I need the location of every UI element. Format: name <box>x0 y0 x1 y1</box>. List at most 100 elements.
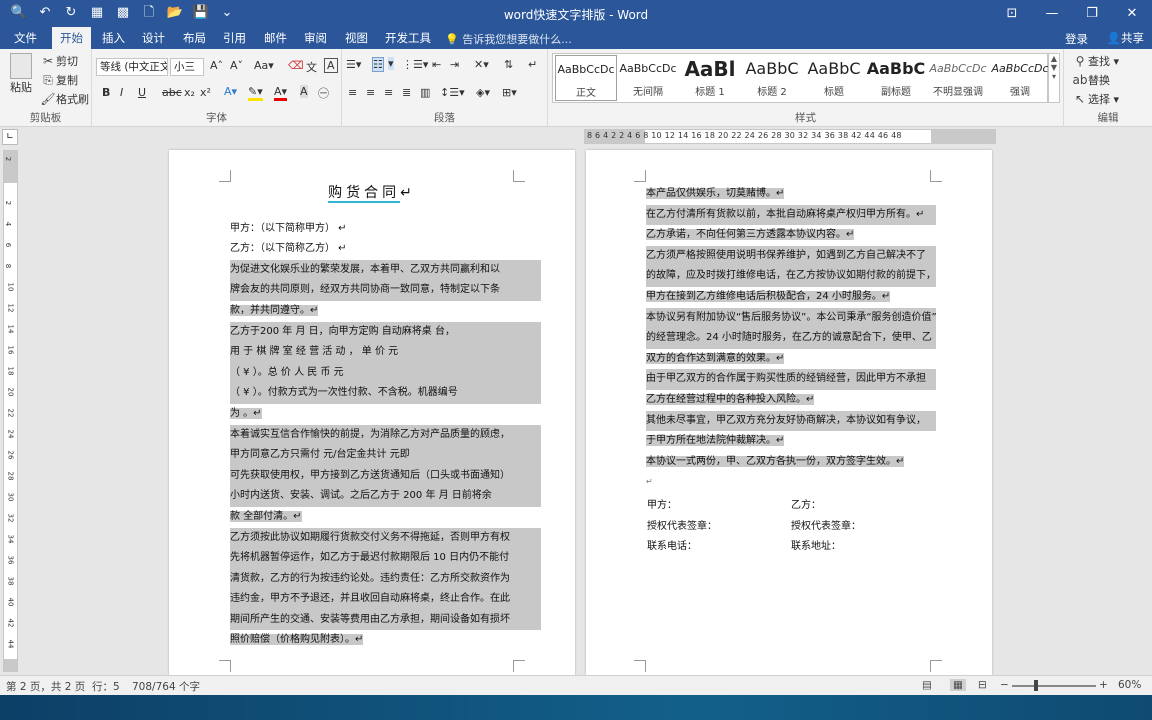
tab-selector[interactable]: ∟ <box>2 129 18 145</box>
sign-in-link[interactable]: 登录 <box>1065 31 1088 47</box>
show-marks-icon[interactable]: ↵ <box>528 58 537 71</box>
numbering-dropdown-icon[interactable]: ▾ <box>388 57 394 70</box>
chinese-layout-icon[interactable]: ✕▾ <box>474 58 489 71</box>
tab-references[interactable]: 引用 <box>215 27 254 49</box>
doc-line-selected: 乙方在经营过程中的各种投入风险。↵ <box>646 390 936 411</box>
tell-me-search[interactable]: 💡 告诉我您想要做什么... <box>445 31 572 47</box>
decrease-indent-icon[interactable]: ⇤ <box>432 58 441 71</box>
select-button[interactable]: ↖ 选择 ▾ <box>1072 91 1119 107</box>
shrink-font-icon[interactable]: A˅ <box>230 59 243 72</box>
tab-review[interactable]: 审阅 <box>296 27 335 49</box>
style-no-spacing[interactable]: AaBbCcDc 无间隔 <box>617 55 679 101</box>
bullets-icon[interactable]: ☰▾ <box>346 58 361 71</box>
margin-corner <box>930 170 942 182</box>
align-right-icon[interactable]: ≡ <box>384 86 393 99</box>
sign-phone: 联系电话： <box>647 541 697 552</box>
text-effects-icon[interactable]: A▾ <box>224 85 237 98</box>
replace-button[interactable]: ab替换 <box>1072 72 1111 88</box>
tab-view[interactable]: 视图 <box>337 27 376 49</box>
tab-home[interactable]: 开始 <box>52 27 91 50</box>
superscript-button[interactable]: x² <box>200 86 211 99</box>
underline-button[interactable]: U <box>138 86 146 99</box>
style-title[interactable]: AaBbC 标题 <box>803 55 865 101</box>
word-count[interactable]: 708/764 个字 <box>132 679 200 694</box>
style-name: 不明显强调 <box>933 87 983 98</box>
enclose-char-icon[interactable]: ㊀ <box>318 85 329 101</box>
doc-line: 乙方：（以下简称乙方） ↵ <box>230 243 347 255</box>
font-size-combo[interactable]: 小三 <box>170 58 204 76</box>
char-border-icon[interactable]: A <box>324 58 338 73</box>
ribbon-tabs: 文件 开始 插入 设计 布局 引用 邮件 审阅 视图 开发工具 💡 告诉我您想要… <box>0 27 1152 50</box>
copy-button[interactable]: ⎘ 复制 <box>40 72 78 88</box>
zoom-slider[interactable] <box>1012 685 1096 687</box>
tab-file[interactable]: 文件 <box>6 27 45 49</box>
style-subtitle[interactable]: AaBbC 副标题 <box>865 55 927 101</box>
document-page-1[interactable]: 购货合同↵ 甲方：（以下简称甲方） ↵ 乙方：（以下简称乙方） ↵ 为促进文化娱… <box>169 150 575 675</box>
shading-icon[interactable]: ◈▾ <box>476 86 490 99</box>
tab-mailings[interactable]: 邮件 <box>256 27 295 49</box>
multilevel-list-icon[interactable]: ⋮☰▾ <box>402 58 428 71</box>
bold-button[interactable]: B <box>102 86 110 99</box>
read-mode-icon[interactable]: ▤ <box>922 679 932 691</box>
zoom-slider-thumb[interactable] <box>1034 680 1038 691</box>
italic-button[interactable]: I <box>120 86 123 99</box>
char-shading-icon[interactable]: A <box>300 85 308 98</box>
vertical-ruler[interactable]: 2 2 4 6 8 10 12 14 16 18 20 22 24 26 28 … <box>3 150 18 672</box>
style-name: 正文 <box>576 88 596 99</box>
sort-icon[interactable]: ⇅ <box>504 58 513 71</box>
zoom-in-icon[interactable]: + <box>1099 679 1108 691</box>
brush-icon: 🖌 <box>40 92 56 106</box>
style-emphasis[interactable]: AaBbCcDc 强调 <box>989 55 1051 101</box>
doc-line-selected: 小时内送货、安装、调试。之后乙方于 200 年 月 日前将余 <box>230 486 541 507</box>
tab-developer[interactable]: 开发工具 <box>377 27 439 49</box>
align-center-icon[interactable]: ≡ <box>366 86 375 99</box>
doc-line-selected: 由于甲乙双方的合作属于购买性质的经销经营，因此甲方不承担 <box>646 369 936 390</box>
restore-button[interactable]: ❐ <box>1072 0 1112 27</box>
change-case-icon[interactable]: Aa▾ <box>254 59 274 72</box>
styles-gallery-scroll[interactable]: ▲ ▼ ▾ <box>1048 53 1060 103</box>
clear-format-icon[interactable]: ⌫ <box>288 59 304 72</box>
document-page-2[interactable]: 本产品仅供娱乐，切莫赌博。↵ 在乙方付清所有货款以前，本批自动麻将桌产权归甲方所… <box>586 150 992 675</box>
tab-layout[interactable]: 布局 <box>175 27 214 49</box>
style-normal[interactable]: AaBbCcDc 正文 <box>555 55 617 101</box>
doc-line-selected: 的故障，应及时拨打维修电话，在乙方按协议如期付款的前提下， <box>646 266 936 287</box>
align-left-icon[interactable]: ≡ <box>348 86 357 99</box>
share-button[interactable]: 👤共享 <box>1107 30 1144 46</box>
borders-icon[interactable]: ⊞▾ <box>502 86 517 99</box>
page-indicator[interactable]: 第 2 页，共 2 页 <box>6 679 85 694</box>
numbering-icon[interactable]: ☷ <box>372 57 384 72</box>
paste-button[interactable]: 粘贴 <box>6 53 36 95</box>
strikethrough-button[interactable]: abc <box>162 86 182 99</box>
zoom-level[interactable]: 60% <box>1118 679 1141 691</box>
web-layout-icon[interactable]: ⊟ <box>978 679 987 691</box>
highlight-icon[interactable]: ✎▾ <box>248 85 263 101</box>
sign-party-a: 甲方： <box>647 500 677 511</box>
vruler-number: 2 <box>4 200 13 206</box>
format-painter-button[interactable]: 🖌格式刷 <box>40 91 89 107</box>
print-layout-icon[interactable]: ▦ <box>950 679 966 691</box>
tab-insert[interactable]: 插入 <box>94 27 133 49</box>
minimize-button[interactable]: — <box>1032 0 1072 27</box>
ribbon-display-icon[interactable]: ⊡ <box>992 0 1032 27</box>
distributed-icon[interactable]: ▥ <box>420 86 430 99</box>
zoom-out-icon[interactable]: − <box>1000 679 1009 691</box>
cut-button[interactable]: ✂ 剪切 <box>40 53 78 69</box>
style-name: 标题 1 <box>695 87 725 98</box>
font-name-combo[interactable]: 等线 (中文正文) <box>96 58 168 76</box>
font-color-icon[interactable]: A▾ <box>274 85 288 101</box>
style-subtle-emphasis[interactable]: AaBbCcDc 不明显强调 <box>927 55 989 101</box>
increase-indent-icon[interactable]: ⇥ <box>450 58 459 71</box>
person-icon: 👤 <box>1106 31 1121 45</box>
subscript-button[interactable]: x₂ <box>184 86 195 99</box>
grow-font-icon[interactable]: A˄ <box>210 59 223 72</box>
style-heading-2[interactable]: AaBbC 标题 2 <box>741 55 803 101</box>
style-heading-1[interactable]: AaBl 标题 1 <box>679 55 741 101</box>
selected-text: 本协议一式两份，甲、乙双方各执一份，双方签字生效。↵ <box>646 455 905 467</box>
horizontal-ruler[interactable]: 8 6 4 2 2 4 6 8 10 12 14 16 18 20 22 24 … <box>584 129 996 144</box>
close-button[interactable]: ✕ <box>1112 0 1152 27</box>
tab-design[interactable]: 设计 <box>134 27 173 49</box>
justify-icon[interactable]: ≣ <box>402 86 411 99</box>
phonetic-guide-icon[interactable]: 文 <box>306 59 317 75</box>
line-spacing-icon[interactable]: ↕☰▾ <box>440 86 465 99</box>
find-button[interactable]: ⚲ 查找 ▾ <box>1072 53 1119 69</box>
